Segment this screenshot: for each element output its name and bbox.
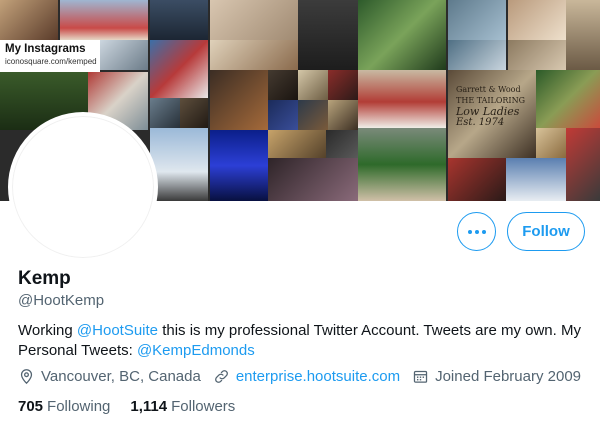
banner-photo [536, 70, 600, 128]
joined-text: Joined February 2009 [435, 368, 582, 385]
instagram-card-url: iconosquare.com/kemped [5, 57, 97, 66]
banner-photo [566, 0, 600, 70]
profile-bio: Working @HootSuite this is my profession… [18, 321, 588, 361]
banner-photo [150, 98, 180, 128]
banner-photo [210, 40, 298, 70]
banner-photo [298, 0, 358, 70]
avatar[interactable] [8, 112, 158, 262]
location-pin-icon [20, 369, 33, 385]
banner-photo [508, 0, 566, 40]
banner-photo [448, 158, 506, 201]
banner-photo [508, 40, 566, 70]
profile-stats: 705 Following 1,114 Followers [18, 398, 255, 415]
followers-count: 1,114 [130, 398, 168, 415]
banner-photo [60, 0, 148, 40]
banner-photo [210, 130, 268, 201]
following-link[interactable]: 705 Following [18, 398, 110, 415]
location-item: Vancouver, BC, Canada [18, 368, 201, 385]
banner-photo [328, 100, 358, 130]
banner-photo [298, 70, 328, 100]
banner-photo [150, 128, 208, 201]
followers-label: Followers [171, 398, 236, 415]
banner-photo [358, 128, 446, 201]
banner-photo [268, 130, 326, 158]
banner-photo: Garrett & Wood THE TAILORING Low Ladies … [448, 70, 536, 158]
profile-name: Kemp [18, 268, 71, 289]
banner-photo [328, 70, 358, 100]
banner-photo [448, 40, 506, 70]
banner-photo [268, 70, 298, 100]
banner-photo [448, 0, 506, 40]
location-text: Vancouver, BC, Canada [41, 368, 201, 385]
banner-photo [0, 0, 58, 40]
banner-photo [268, 158, 358, 201]
bio-text: Working [18, 322, 77, 339]
banner-photo [506, 158, 566, 201]
banner-photo [536, 128, 566, 158]
joined-item: Joined February 2009 [412, 368, 581, 385]
banner-photo [150, 40, 208, 98]
banner-photo [298, 100, 328, 130]
banner-photo [566, 128, 600, 201]
calendar-icon [413, 370, 428, 383]
banner-photo [180, 98, 208, 128]
banner-photo [210, 70, 268, 130]
profile-meta: Vancouver, BC, Canada enterprise.hootsui… [18, 368, 593, 385]
website-item[interactable]: enterprise.hootsuite.com [213, 368, 400, 385]
banner-photo [210, 0, 298, 40]
profile-handle: @HootKemp [18, 292, 105, 309]
more-dots-icon [467, 229, 486, 234]
sign-text: Garrett & Wood THE TAILORING Low Ladies … [456, 85, 525, 128]
banner-photo [150, 0, 208, 40]
instagram-card-title: My Instagrams [5, 43, 86, 55]
instagram-card: My Instagrams iconosquare.com/kemped [0, 40, 100, 72]
follow-button[interactable]: Follow [507, 212, 585, 251]
banner-photo [326, 130, 358, 158]
banner-photo [100, 40, 148, 70]
bio-mention-link[interactable]: @KempEdmonds [137, 342, 255, 359]
more-options-button[interactable] [457, 212, 496, 251]
link-icon [214, 370, 228, 383]
banner-photo [268, 100, 298, 130]
website-link[interactable]: enterprise.hootsuite.com [236, 368, 400, 385]
bio-mention-link[interactable]: @HootSuite [77, 322, 158, 339]
banner-photo [358, 70, 446, 128]
followers-link[interactable]: 1,114 Followers [130, 398, 235, 415]
following-count: 705 [18, 398, 44, 415]
banner-photo [358, 0, 446, 70]
following-label: Following [47, 398, 111, 415]
